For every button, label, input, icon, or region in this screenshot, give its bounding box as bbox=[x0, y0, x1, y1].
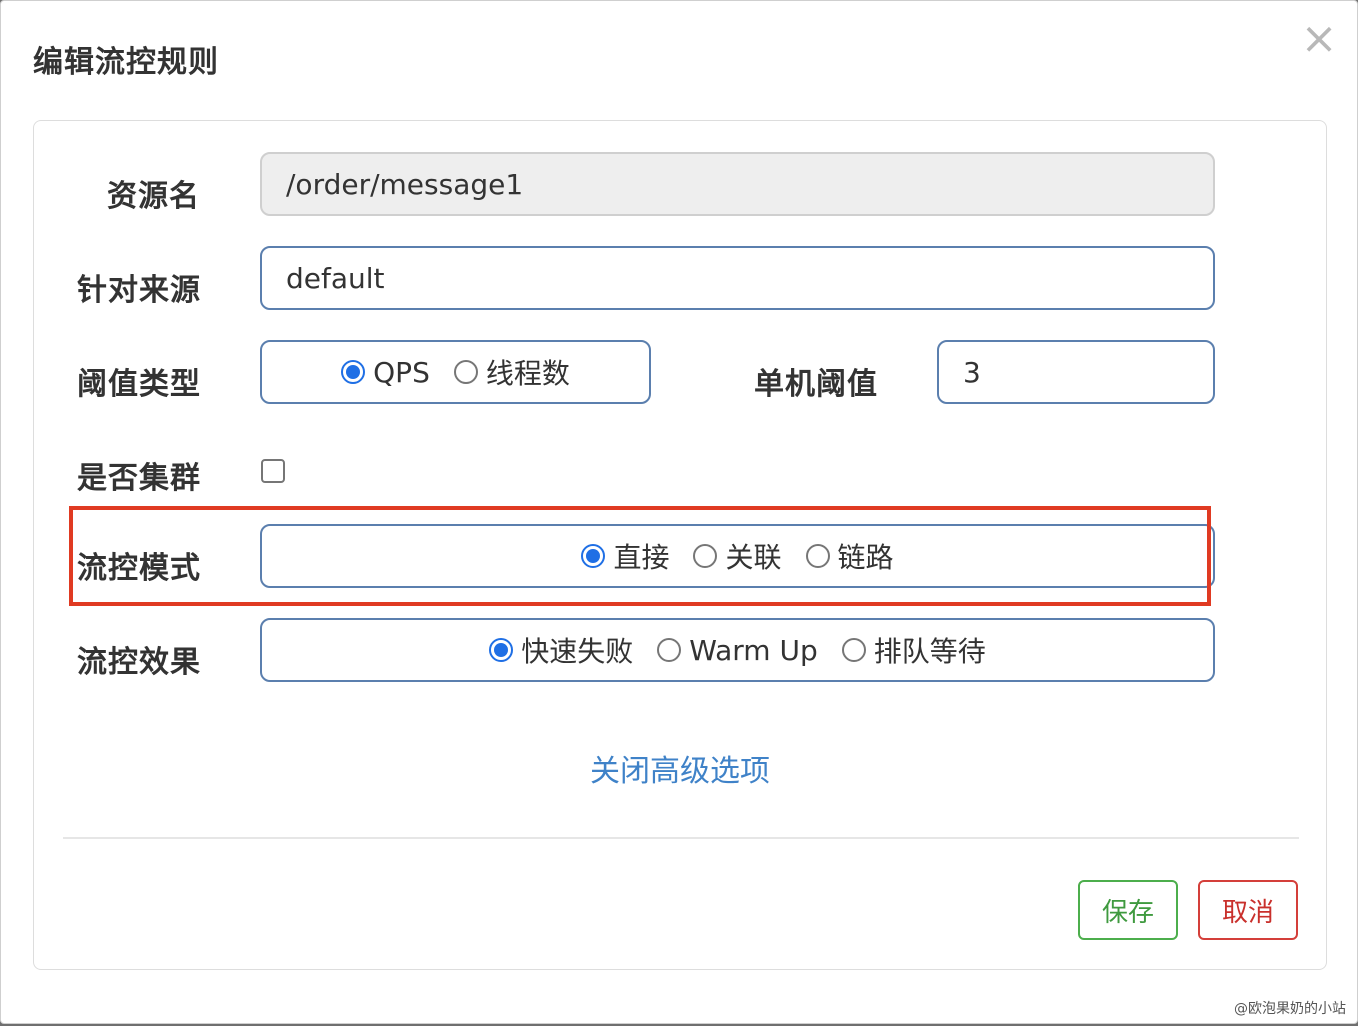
control-mode-label: 流控模式 bbox=[77, 551, 201, 586]
radio-unchecked-icon bbox=[453, 360, 478, 384]
radio-relate-label: 关联 bbox=[725, 541, 782, 574]
radio-unchecked-icon bbox=[805, 544, 830, 568]
cancel-button[interactable]: 取消 bbox=[1198, 880, 1298, 940]
dialog-title: 编辑流控规则 bbox=[33, 45, 219, 80]
close-icon[interactable]: × bbox=[1299, 17, 1339, 61]
radio-fast-fail[interactable]: 快速失败 bbox=[489, 630, 633, 670]
control-effect-label: 流控效果 bbox=[77, 645, 201, 680]
divider bbox=[63, 837, 1299, 839]
radio-queue[interactable]: 排队等待 bbox=[841, 630, 986, 670]
control-mode-radio-group: 直接 关联 链路 bbox=[260, 524, 1215, 588]
limit-app-label: 针对来源 bbox=[77, 273, 201, 308]
threshold-input[interactable]: 3 bbox=[937, 340, 1215, 404]
radio-unchecked-icon bbox=[657, 638, 682, 662]
radio-checked-icon bbox=[341, 360, 366, 384]
radio-relate[interactable]: 关联 bbox=[693, 536, 782, 576]
cluster-checkbox[interactable] bbox=[261, 459, 285, 483]
cluster-label: 是否集群 bbox=[77, 461, 201, 496]
radio-unchecked-icon bbox=[841, 638, 866, 662]
radio-queue-label: 排队等待 bbox=[873, 635, 986, 668]
radio-thread-count[interactable]: 线程数 bbox=[453, 352, 570, 392]
radio-checked-icon bbox=[581, 544, 606, 568]
save-button[interactable]: 保存 bbox=[1078, 880, 1178, 940]
radio-chain[interactable]: 链路 bbox=[805, 536, 894, 576]
threshold-type-radio-group: QPS 线程数 bbox=[260, 340, 651, 404]
resource-name-value: /order/message1 bbox=[286, 167, 524, 201]
radio-thread-count-label: 线程数 bbox=[485, 357, 570, 390]
limit-app-value: default bbox=[286, 261, 385, 295]
close-advanced-options-link[interactable]: 关闭高级选项 bbox=[1, 746, 1358, 790]
radio-direct-label: 直接 bbox=[613, 541, 670, 574]
radio-warm-up[interactable]: Warm Up bbox=[657, 634, 818, 667]
resource-name-input: /order/message1 bbox=[260, 152, 1215, 216]
edit-flow-rule-dialog: 编辑流控规则 × 资源名 /order/message1 针对来源 defaul… bbox=[0, 0, 1358, 1024]
radio-direct[interactable]: 直接 bbox=[581, 536, 669, 576]
threshold-type-label: 阈值类型 bbox=[77, 367, 201, 402]
control-effect-radio-group: 快速失败 Warm Up 排队等待 bbox=[260, 618, 1215, 682]
radio-warm-up-label: Warm Up bbox=[689, 633, 818, 667]
radio-unchecked-icon bbox=[693, 544, 718, 568]
resource-name-label: 资源名 bbox=[107, 179, 200, 214]
limit-app-input[interactable]: default bbox=[260, 246, 1215, 310]
threshold-value: 3 bbox=[963, 355, 981, 389]
radio-chain-label: 链路 bbox=[837, 541, 894, 574]
watermark: @欧泡果奶的小站 bbox=[1234, 1001, 1346, 1017]
radio-fast-fail-label: 快速失败 bbox=[521, 635, 634, 668]
threshold-label: 单机阈值 bbox=[754, 367, 878, 402]
radio-checked-icon bbox=[489, 638, 514, 662]
radio-qps[interactable]: QPS bbox=[341, 356, 430, 389]
radio-qps-label: QPS bbox=[373, 355, 430, 389]
